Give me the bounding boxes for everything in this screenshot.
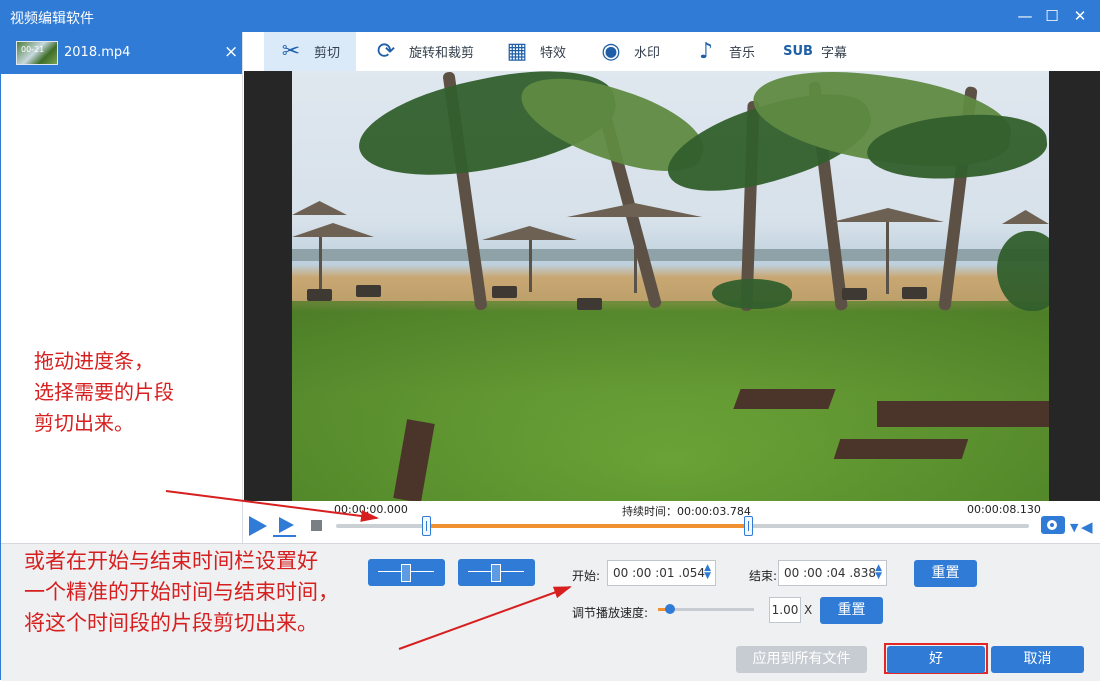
edit-tabs: ✂ 剪切 ⟳ 旋转和裁剪 ▦ 特效 ◉ 水印 ♪ 音乐 SUB 字幕 bbox=[244, 32, 1100, 71]
end-time-input[interactable]: 00 :00 :04 .838 ▲ ▼ bbox=[778, 560, 887, 586]
tab-rotate-crop-label: 旋转和裁剪 bbox=[409, 46, 475, 61]
start-time-value: 00 :00 :01 .054 bbox=[613, 566, 706, 580]
play-selection-icon[interactable] bbox=[273, 517, 296, 537]
speed-slider-handle[interactable] bbox=[664, 604, 675, 614]
video-frame bbox=[292, 71, 1049, 501]
minimize-icon[interactable]: — bbox=[1014, 5, 1036, 27]
lounge-chair bbox=[842, 288, 867, 300]
volume-icon[interactable]: ◀ bbox=[1081, 518, 1093, 536]
cancel-button[interactable]: 取消 bbox=[991, 646, 1084, 673]
beach-umbrella bbox=[482, 226, 577, 240]
selected-range bbox=[426, 524, 749, 528]
video-thumbnail: 00-21 bbox=[16, 41, 58, 65]
lounge-chair bbox=[577, 298, 602, 310]
sea-strip bbox=[292, 249, 1049, 261]
selection-end-handle[interactable] bbox=[744, 516, 754, 536]
file-list-item[interactable]: 00-21 2018.mp4 × bbox=[1, 32, 242, 74]
lounge-chair bbox=[356, 285, 381, 297]
beach-umbrella bbox=[567, 203, 702, 217]
beach-umbrella bbox=[292, 201, 347, 215]
start-time-label: 开始: bbox=[572, 569, 601, 583]
snapshot-icon[interactable] bbox=[1041, 516, 1065, 534]
file-name: 2018.mp4 bbox=[64, 45, 131, 60]
tab-watermark-label: 水印 bbox=[634, 46, 661, 61]
speed-unit: X bbox=[804, 603, 813, 617]
umbrella-pole bbox=[634, 217, 637, 293]
window-title: 视频编辑软件 bbox=[10, 11, 94, 27]
snapshot-dropdown-icon[interactable]: ▼ bbox=[1070, 521, 1078, 534]
end-time-spinner-icon[interactable]: ▲ ▼ bbox=[875, 564, 882, 581]
tab-cut-label: 剪切 bbox=[314, 46, 341, 61]
umbrella-pole bbox=[886, 222, 889, 294]
tab-cut[interactable]: ✂ 剪切 bbox=[264, 32, 356, 71]
close-icon[interactable]: ✕ bbox=[1069, 5, 1091, 27]
speed-label: 调节播放速度: bbox=[572, 606, 649, 620]
shrubs bbox=[997, 231, 1049, 311]
maximize-icon[interactable]: ☐ bbox=[1041, 5, 1063, 27]
video-editor-window: 视频编辑软件 — ☐ ✕ 00-21 2018.mp4 × ✂ 剪切 ⟳ 旋转和… bbox=[0, 0, 1100, 681]
tab-watermark[interactable]: ◉ 水印 bbox=[595, 32, 670, 71]
ok-button[interactable]: 好 bbox=[887, 646, 985, 673]
tab-rotate-crop[interactable]: ⟳ 旋转和裁剪 bbox=[370, 32, 488, 71]
reset-speed-button[interactable]: 重置 bbox=[820, 597, 883, 624]
timeline-end-time: 00:00:08.130 bbox=[967, 503, 1041, 516]
play-icon[interactable] bbox=[249, 516, 267, 536]
set-end-marker-button[interactable] bbox=[458, 559, 535, 586]
drag-progress-hint: 拖动进度条， 选择需要的片段 剪切出来。 bbox=[34, 349, 174, 435]
remove-file-icon[interactable]: × bbox=[224, 42, 238, 62]
set-start-marker-button[interactable] bbox=[368, 559, 445, 586]
wooden-table bbox=[877, 401, 1049, 427]
tab-music[interactable]: ♪ 音乐 bbox=[690, 32, 765, 71]
lounge-chair bbox=[307, 289, 332, 301]
file-list-sidebar: 00-21 2018.mp4 × bbox=[1, 32, 243, 543]
tab-music-label: 音乐 bbox=[729, 46, 756, 61]
selection-start-handle[interactable] bbox=[422, 516, 432, 536]
tab-effects-label: 特效 bbox=[540, 46, 567, 61]
selection-duration: 持续时间：00:00:03.784 bbox=[622, 505, 751, 518]
watermark-icon: ◉ bbox=[601, 39, 621, 64]
wooden-bench bbox=[733, 389, 836, 409]
thumbnail-time: 00-21 bbox=[21, 45, 45, 54]
stop-icon[interactable] bbox=[311, 520, 322, 531]
rotate-crop-icon: ⟳ bbox=[376, 39, 396, 64]
precise-time-hint: 或者在开始与结束时间栏设置好 一个精准的开始时间与结束时间， 将这个时间段的片段… bbox=[24, 549, 339, 635]
shrubs bbox=[712, 279, 792, 309]
timeline-track[interactable] bbox=[336, 516, 1029, 536]
lounge-chair bbox=[902, 287, 927, 299]
playback-controls: 00:00:00.000 持续时间：00:00:03.784 00:00:08.… bbox=[244, 501, 1100, 543]
end-time-label: 结束: bbox=[749, 569, 778, 583]
music-icon: ♪ bbox=[698, 39, 714, 64]
beach-umbrella bbox=[832, 208, 944, 222]
subtitle-icon: SUB bbox=[783, 44, 813, 59]
end-time-value: 00 :00 :04 .838 bbox=[784, 566, 877, 580]
umbrella-pole bbox=[319, 237, 322, 289]
reset-time-button[interactable]: 重置 bbox=[914, 560, 977, 587]
wooden-bench bbox=[833, 439, 969, 459]
beach-umbrella bbox=[1002, 210, 1049, 224]
tab-subtitle-label: 字幕 bbox=[821, 46, 848, 61]
video-preview bbox=[244, 71, 1100, 501]
umbrella-pole bbox=[529, 240, 532, 292]
start-time-input[interactable]: 00 :00 :01 .054 ▲ ▼ bbox=[607, 560, 716, 586]
beach-umbrella bbox=[292, 223, 374, 237]
speed-value-input[interactable]: 1.00 bbox=[769, 597, 801, 623]
scissors-icon: ✂ bbox=[281, 39, 301, 64]
start-time-spinner-icon[interactable]: ▲ ▼ bbox=[704, 564, 711, 581]
apply-to-all-files-button[interactable]: 应用到所有文件 bbox=[736, 646, 867, 673]
tab-effects[interactable]: ▦ 特效 bbox=[501, 32, 576, 71]
tab-subtitle[interactable]: SUB 字幕 bbox=[782, 32, 862, 71]
effects-icon: ▦ bbox=[506, 39, 528, 64]
title-bar: 视频编辑软件 — ☐ ✕ bbox=[1, 1, 1100, 32]
lounge-chair bbox=[492, 286, 517, 298]
speed-slider[interactable] bbox=[658, 604, 754, 614]
timeline-start-time: 00:00:00.000 bbox=[334, 503, 408, 516]
